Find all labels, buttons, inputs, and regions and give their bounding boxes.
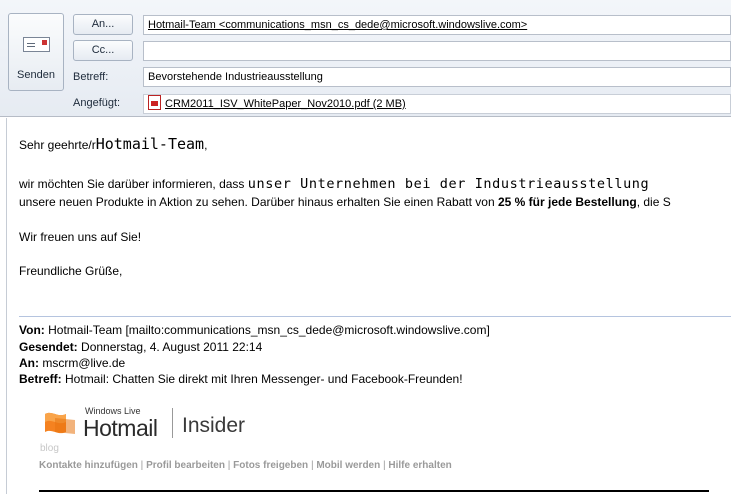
send-button-label: Senden <box>17 69 55 81</box>
quoted-to-value: mscrm@live.de <box>42 356 126 370</box>
blog-label: blog <box>40 443 59 454</box>
to-button[interactable]: An... <box>73 14 133 35</box>
hotmail-insider-logo: Windows Live Hotmail Insider <box>39 404 279 446</box>
bottom-rule <box>39 490 709 492</box>
logo-divider <box>172 408 173 438</box>
discount-text: 25 % für jede Bestellung <box>498 195 637 209</box>
footer-separator: | <box>310 460 314 471</box>
subject-label: Betreff: <box>73 71 109 83</box>
attachment-name[interactable]: CRM2011_ISV_WhitePaper_Nov2010.pdf (2 MB… <box>165 98 406 110</box>
insider-label: Insider <box>182 414 246 437</box>
quoted-subject-label: Betreff: <box>19 372 62 386</box>
footer-link[interactable]: Mobil werden <box>316 460 380 471</box>
quoted-to-label: An: <box>19 356 39 370</box>
compose-header: Senden An... Hotmail-Team <communication… <box>0 0 731 117</box>
quoted-from-value: Hotmail-Team [mailto:communications_msn_… <box>48 323 490 337</box>
footer-link[interactable]: Hilfe erhalten <box>388 460 451 471</box>
footer-separator: | <box>383 460 386 471</box>
quote-separator <box>19 316 731 317</box>
quoted-sent: Gesendet: Donnerstag, 4. August 2011 22:… <box>19 340 262 354</box>
body-line-2: unsere neuen Produkte in Aktion zu sehen… <box>19 195 671 209</box>
footer-separator: | <box>227 460 231 471</box>
quoted-subject: Betreff: Hotmail: Chatten Sie direkt mit… <box>19 372 463 386</box>
greeting: Sehr geehrte/rHotmail-Team, <box>19 135 207 153</box>
subject-field[interactable]: Bevorstehende Industrieausstellung <box>143 67 731 87</box>
cc-button[interactable]: Cc... <box>73 40 133 61</box>
footer-link[interactable]: Fotos freigeben <box>233 460 308 471</box>
send-button[interactable]: Senden <box>8 13 64 91</box>
body-line-2-suffix: , die S <box>636 195 671 209</box>
quoted-subject-value: Hotmail: Chatten Sie direkt mit Ihren Me… <box>65 372 463 386</box>
body-line-4: Freundliche Grüße, <box>19 264 123 278</box>
hotmail-label: Hotmail <box>83 415 158 441</box>
to-recipient[interactable]: Hotmail-Team <communications_msn_cs_dede… <box>148 19 527 31</box>
quoted-sent-value: Donnerstag, 4. August 2011 22:14 <box>81 340 263 354</box>
pdf-file-icon <box>148 95 161 110</box>
footer-link[interactable]: Profil bearbeiten <box>146 460 225 471</box>
attached-label: Angefügt: <box>73 97 121 109</box>
windows-live-flag-icon <box>45 412 75 434</box>
greeting-name: Hotmail-Team <box>95 135 205 153</box>
to-field[interactable]: Hotmail-Team <communications_msn_cs_dede… <box>143 15 731 35</box>
quoted-from: Von: Hotmail-Team [mailto:communications… <box>19 323 490 337</box>
body-line-1-mono: unser Unternehmen bei der Industrieausst… <box>247 176 650 192</box>
footer-link[interactable]: Kontakte hinzufügen <box>39 460 138 471</box>
cc-field[interactable] <box>143 41 731 61</box>
footer-links: Kontakte hinzufügen | Profil bearbeiten … <box>39 460 452 471</box>
attachment-field[interactable]: CRM2011_ISV_WhitePaper_Nov2010.pdf (2 MB… <box>143 94 731 114</box>
envelope-send-icon <box>23 37 50 52</box>
footer-separator: | <box>140 460 144 471</box>
quoted-from-label: Von: <box>19 323 45 337</box>
body-line-1-text: wir möchten Sie darüber informieren, das… <box>19 177 245 191</box>
greeting-prefix: Sehr geehrte/r <box>19 138 96 152</box>
message-body[interactable]: Sehr geehrte/rHotmail-Team, wir möchten … <box>6 118 731 494</box>
body-line-2-text: unsere neuen Produkte in Aktion zu sehen… <box>19 195 495 209</box>
body-line-3: Wir freuen uns auf Sie! <box>19 230 142 244</box>
greeting-suffix: , <box>204 138 208 152</box>
quoted-to: An: mscrm@live.de <box>19 356 125 370</box>
quoted-sent-label: Gesendet: <box>19 340 78 354</box>
body-line-1: wir möchten Sie darüber informieren, das… <box>19 176 649 192</box>
